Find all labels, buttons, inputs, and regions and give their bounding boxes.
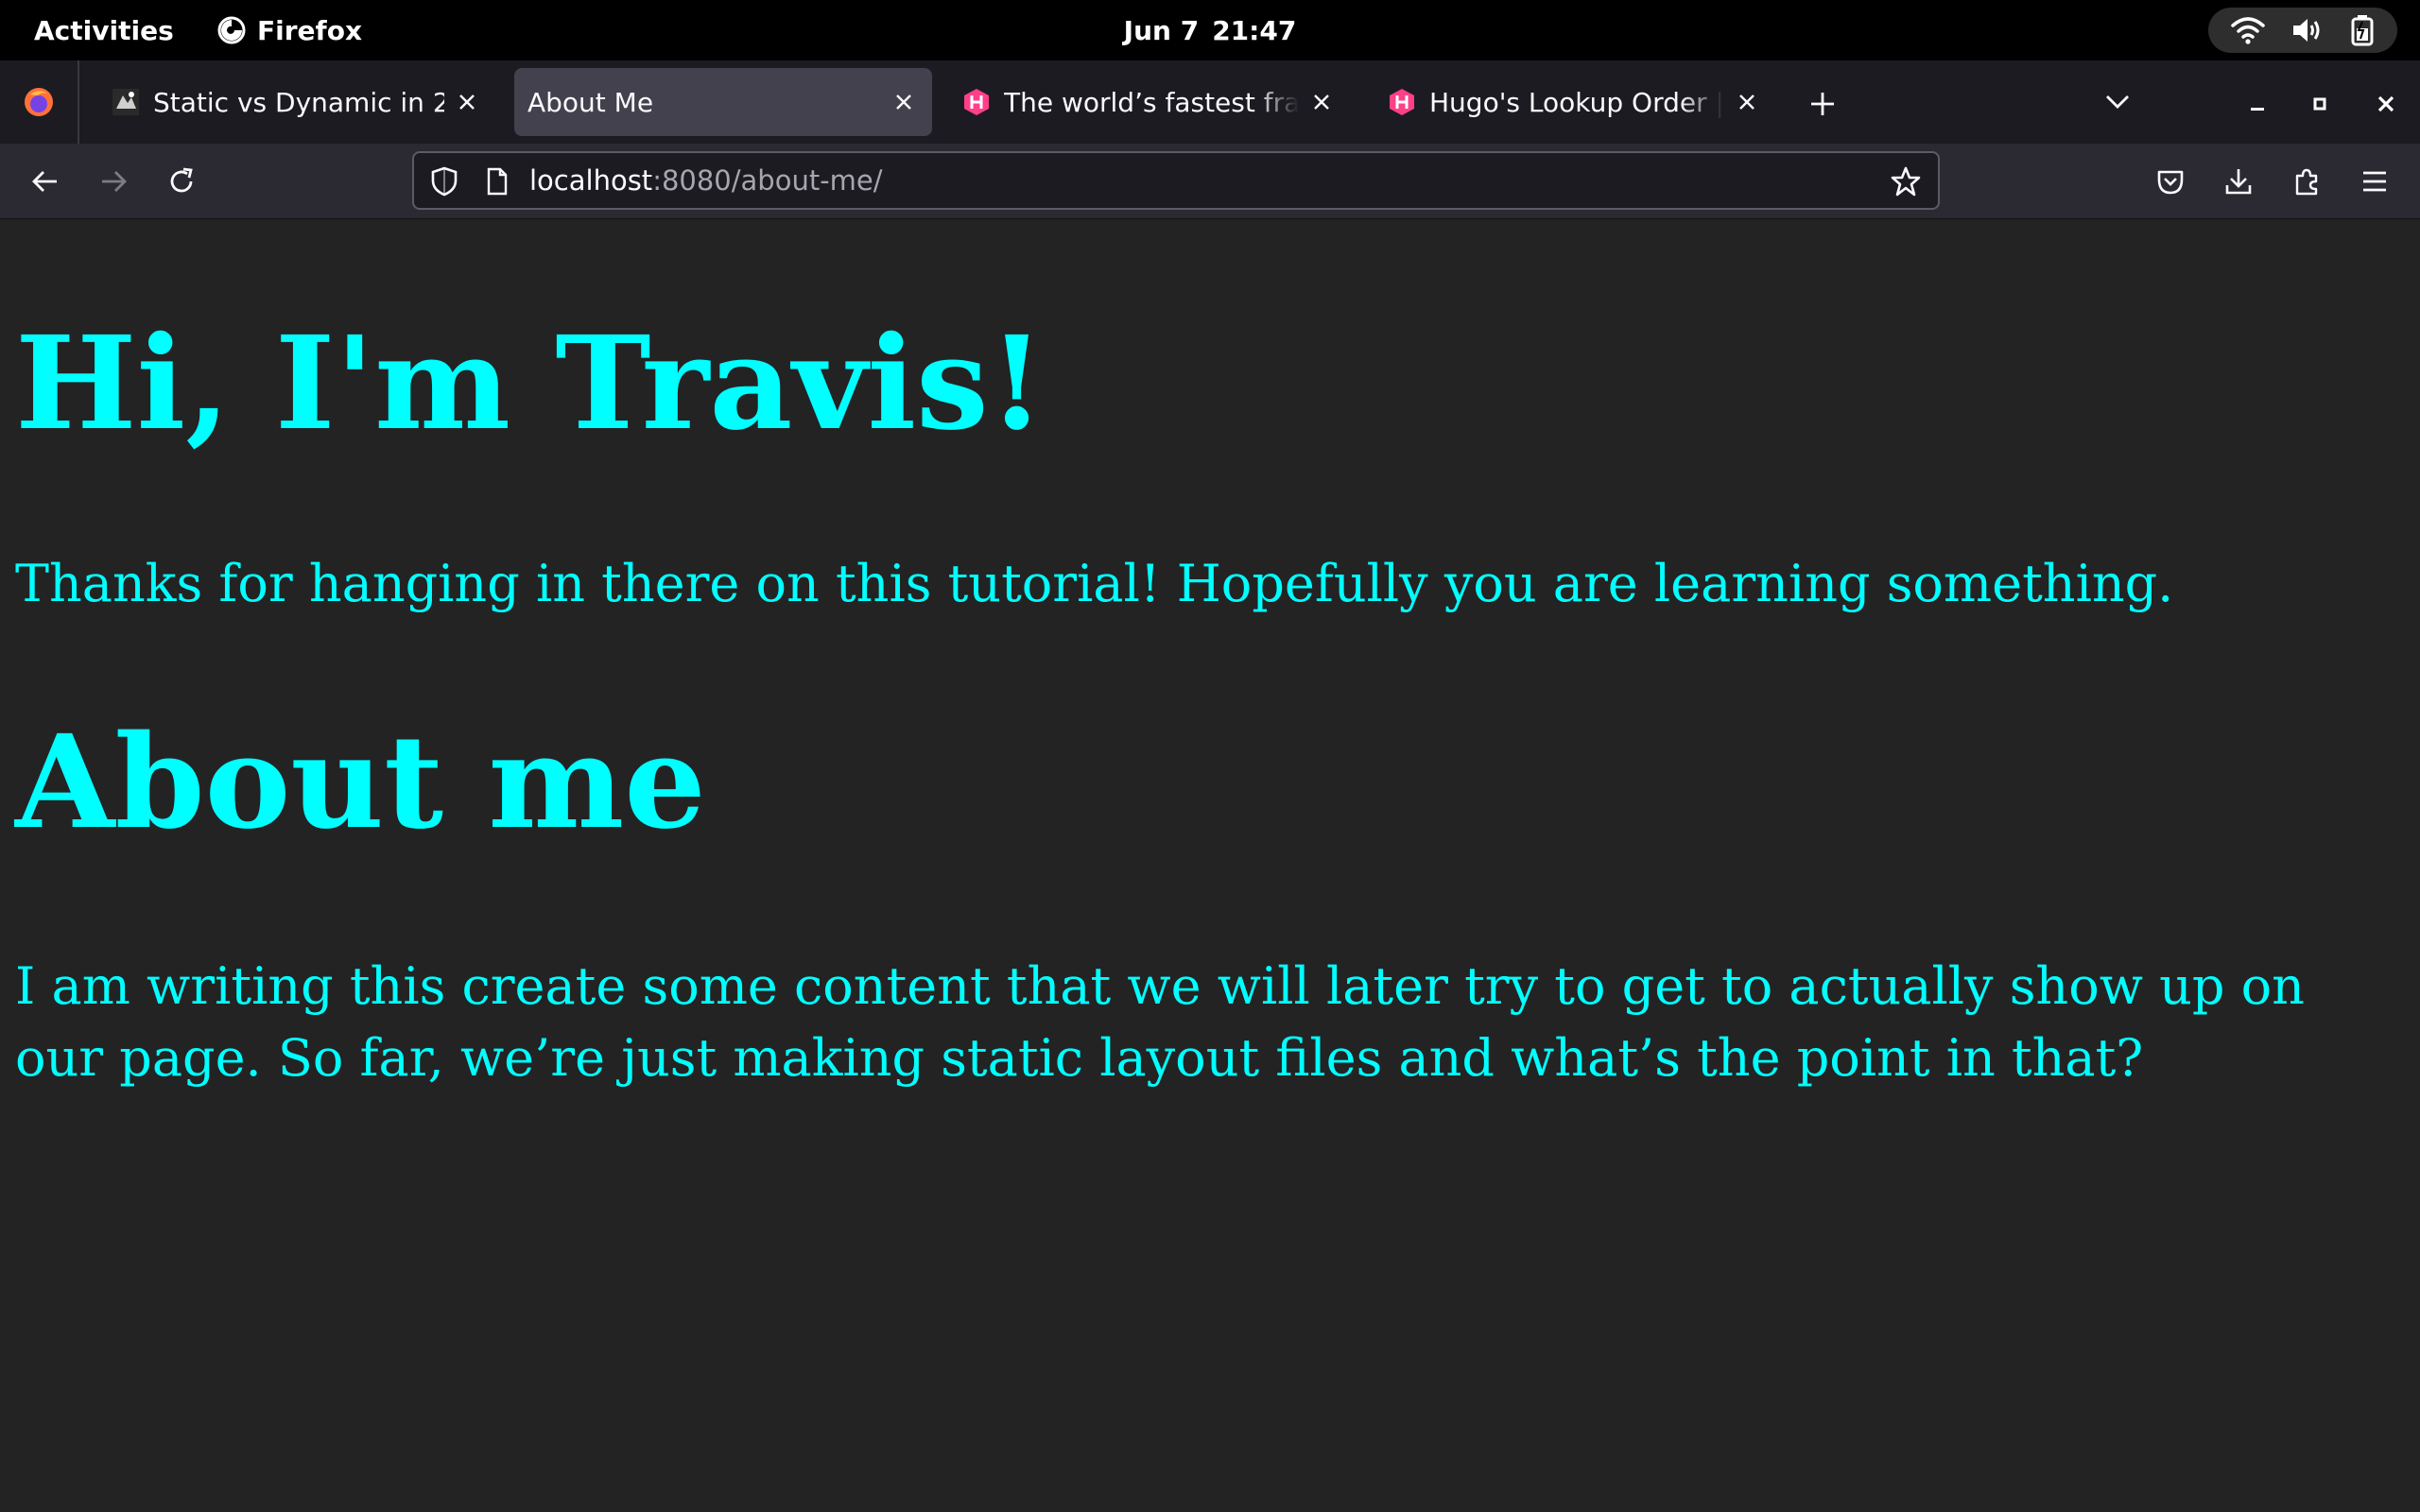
close-tab-icon[interactable] <box>1730 85 1764 119</box>
app-menu-button[interactable] <box>2352 159 2397 204</box>
tab-worlds-fastest-framework[interactable]: The world’s fastest frame <box>942 68 1350 136</box>
close-tab-icon[interactable] <box>450 85 484 119</box>
tab-title: Hugo's Lookup Order | Hu <box>1429 86 1724 118</box>
system-status-menu[interactable] <box>2208 8 2397 53</box>
tab-strip: Static vs Dynamic in 2023 About Me The w… <box>0 60 2420 145</box>
download-icon <box>2225 169 2252 195</box>
tab-title: The world’s fastest frame <box>1004 86 1299 118</box>
battery-icon <box>2350 14 2375 46</box>
maximize-icon <box>2313 97 2326 111</box>
tab-title: Static vs Dynamic in 2023 <box>153 86 444 118</box>
hugo-favicon-icon <box>1388 88 1416 116</box>
clock[interactable]: Jun 7 21:47 <box>1115 0 1305 60</box>
clock-time: 21:47 <box>1212 14 1297 46</box>
navigation-toolbar: localhost:8080/about-me/ <box>0 144 2420 219</box>
wifi-icon <box>2231 15 2265 45</box>
reload-button[interactable] <box>159 159 204 204</box>
address-bar[interactable]: localhost:8080/about-me/ <box>412 151 1940 210</box>
activities-button[interactable]: Activities <box>34 0 174 60</box>
tab-static-vs-dynamic[interactable]: Static vs Dynamic in 2023 <box>91 68 495 136</box>
tracking-protection-shield-icon[interactable] <box>427 164 461 198</box>
close-tab-icon[interactable] <box>1305 85 1339 119</box>
gnome-top-bar: Activities Firefox Jun 7 21:47 <box>0 0 2420 60</box>
page-content: Hi, I'm Travis! Thanks for hanging in th… <box>0 219 2420 1512</box>
close-tab-icon[interactable] <box>887 85 921 119</box>
chevron-down-icon <box>2106 95 2129 109</box>
tab-hugo-lookup-order[interactable]: Hugo's Lookup Order | Hu <box>1367 68 1775 136</box>
plus-icon <box>1811 93 1834 115</box>
downloads-button[interactable] <box>2216 159 2261 204</box>
intro-paragraph: Thanks for hanging in there on this tuto… <box>15 554 2174 613</box>
new-tab-button[interactable] <box>1802 83 1843 125</box>
url-text[interactable]: localhost:8080/about-me/ <box>529 153 883 208</box>
close-window-button[interactable] <box>2365 83 2407 125</box>
maximize-button[interactable] <box>2299 83 2341 125</box>
forward-button[interactable] <box>91 159 136 204</box>
url-host: localhost <box>529 164 653 197</box>
arrow-left-icon <box>32 171 57 192</box>
back-button[interactable] <box>23 159 68 204</box>
hugo-favicon-icon <box>962 88 991 116</box>
list-all-tabs-button[interactable] <box>2097 81 2138 123</box>
about-me-heading: About me <box>15 707 706 858</box>
firefox-view-button[interactable] <box>0 60 79 144</box>
site-favicon-icon <box>112 88 140 116</box>
url-path: :8080/about-me/ <box>652 164 883 197</box>
page-info-icon[interactable] <box>482 164 512 198</box>
pocket-button[interactable] <box>2148 159 2193 204</box>
arrow-right-icon <box>102 171 127 192</box>
hamburger-menu-icon <box>2363 171 2386 192</box>
minimize-button[interactable] <box>2237 83 2278 125</box>
app-menu[interactable]: Firefox <box>217 0 362 60</box>
about-me-paragraph: I am writing this create some content th… <box>15 956 2305 1088</box>
extensions-button[interactable] <box>2284 159 2329 204</box>
bookmark-star-icon[interactable] <box>1887 163 1925 200</box>
clock-date: Jun 7 <box>1123 14 1200 46</box>
app-menu-label: Firefox <box>257 14 363 46</box>
puzzle-piece-icon <box>2295 168 2318 196</box>
volume-icon <box>2291 15 2324 45</box>
tab-title: About Me <box>527 86 654 118</box>
pocket-icon <box>2157 170 2184 195</box>
minimize-icon <box>2251 108 2264 111</box>
tab-about-me[interactable]: About Me <box>514 68 932 136</box>
firefox-app-icon <box>217 16 246 44</box>
close-icon <box>2377 95 2394 112</box>
reload-icon <box>170 167 193 193</box>
firefox-logo-icon <box>25 88 53 116</box>
page-heading-intro: Hi, I'm Travis! <box>15 308 1046 459</box>
